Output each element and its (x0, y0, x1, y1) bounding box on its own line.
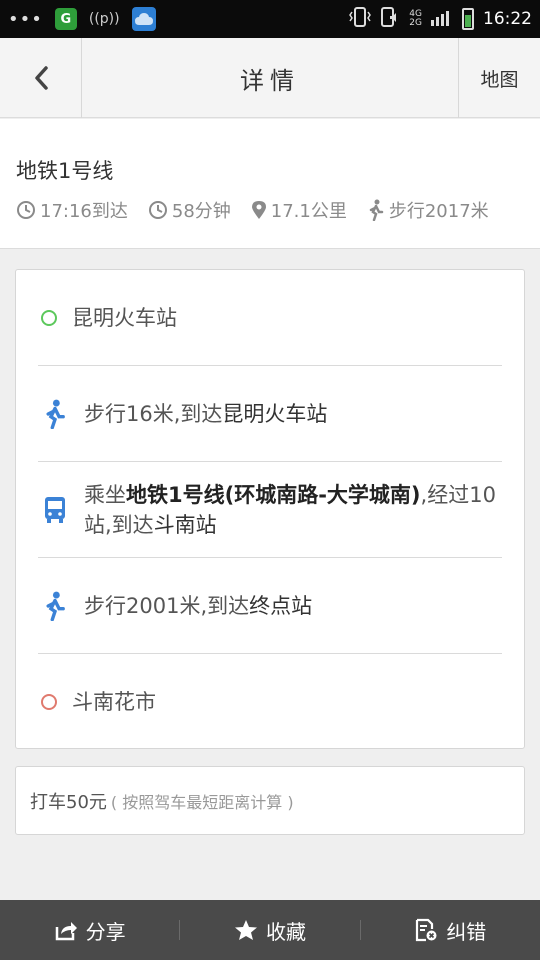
step-end: 斗南花市 (38, 678, 502, 726)
step-start: 昆明火车站 (38, 294, 502, 342)
vibrate-icon (349, 7, 372, 31)
walk-distance: 步行2017米 (367, 197, 489, 223)
walking-icon (369, 199, 384, 221)
route-steps: 昆明火车站 步行16米,到达昆明火车站 乘坐地铁1号线(环城南路-大学城南),经… (15, 269, 525, 749)
step-start-label: 昆明火车站 (72, 306, 177, 330)
report-error-label: 纠错 (446, 919, 487, 944)
battery-icon (462, 8, 474, 30)
step-transit-line: 地铁1号线(环城南路-大学城南) (126, 483, 421, 507)
step-walk-prefix: 步行16米,到达 (84, 402, 223, 426)
divider (38, 653, 502, 654)
location-pin-icon (251, 201, 266, 219)
walking-icon (38, 399, 72, 429)
step-walk-label: 步行16米,到达昆明火车站 (84, 399, 327, 429)
arrive-time: 17:16到达 (16, 197, 128, 223)
cloud-app-icon (131, 7, 156, 31)
divider (38, 461, 502, 462)
end-circle-icon (38, 694, 60, 710)
bottom-action-bar: 分享 收藏 纠错 (0, 900, 540, 960)
taxi-note: ( 按照驾车最短距离计算 ) (110, 792, 294, 812)
distance: 17.1公里 (251, 197, 347, 223)
chevron-left-icon (34, 66, 48, 90)
report-error-icon (416, 918, 437, 942)
duration: 58分钟 (148, 197, 231, 223)
favorite-button[interactable]: 收藏 (180, 916, 359, 945)
status-bar: ••• G ((p)) 4G 2G 16:22 (0, 0, 540, 38)
step-walk-destination: 昆明火车站 (222, 402, 328, 426)
share-button[interactable]: 分享 (0, 916, 179, 945)
arrive-time-label: 17:16到达 (40, 201, 128, 222)
distance-label: 17.1公里 (270, 201, 347, 222)
bus-icon (38, 496, 72, 524)
top-bar: 详情 地图 (0, 38, 540, 118)
favorite-label: 收藏 (265, 919, 306, 944)
phone-mute-icon (380, 7, 400, 31)
step-transit: 乘坐地铁1号线(环城南路-大学城南),经过10站,到达斗南站 (38, 476, 502, 544)
step-transit-prefix: 乘坐 (84, 483, 126, 507)
taxi-price: 打车50元 (30, 791, 107, 813)
step-transit-label: 乘坐地铁1号线(环城南路-大学城南),经过10站,到达斗南站 (84, 480, 502, 540)
clock-icon (148, 201, 167, 219)
map-button[interactable]: 地图 (458, 38, 540, 118)
share-icon (55, 922, 77, 941)
star-icon (234, 920, 257, 940)
step-end-label: 斗南花市 (72, 690, 156, 714)
report-error-button[interactable]: 纠错 (361, 916, 540, 945)
more-dots-icon: ••• (8, 8, 43, 30)
step-transit-destination: 斗南站 (153, 513, 217, 537)
divider (38, 557, 502, 558)
route-summary: 地铁1号线 17:16到达 58分钟 17.1公里 步行2017米 (0, 119, 540, 249)
divider (38, 365, 502, 366)
signal-icon (431, 8, 453, 30)
route-meta: 17:16到达 58分钟 17.1公里 步行2017米 (16, 197, 489, 223)
network-bottom-label: 2G (409, 18, 422, 28)
step-walk-prefix: 步行2001米,到达 (84, 594, 250, 618)
back-button[interactable] (0, 38, 82, 118)
walking-icon (38, 591, 72, 621)
route-name: 地铁1号线 (16, 159, 114, 183)
clock: 16:22 (483, 9, 532, 29)
start-circle-icon (38, 310, 60, 326)
duration-label: 58分钟 (171, 201, 231, 222)
clock-icon (17, 201, 35, 219)
step-walk-destination: 终点站 (249, 594, 313, 618)
wifi-hotspot-icon: ((p)) (88, 11, 120, 27)
step-walk-label: 步行2001米,到达终点站 (84, 591, 312, 621)
share-label: 分享 (85, 919, 126, 944)
network-type-icon: 4G 2G (409, 10, 422, 28)
taxi-estimate: 打车50元 ( 按照驾车最短距离计算 ) (15, 766, 525, 835)
step-walk: 步行2001米,到达终点站 (38, 582, 502, 630)
walk-distance-label: 步行2017米 (388, 201, 489, 222)
step-walk: 步行16米,到达昆明火车站 (38, 390, 502, 438)
app-g-icon: G (54, 8, 77, 30)
page-title: 详情 (240, 66, 300, 95)
